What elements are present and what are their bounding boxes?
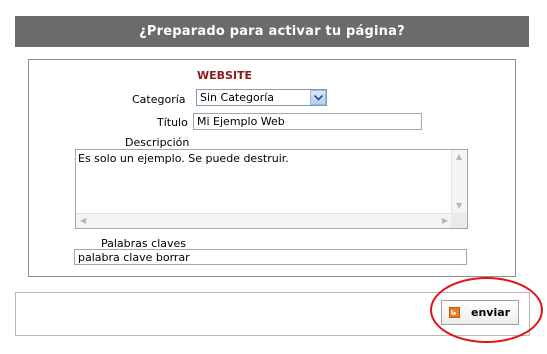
description-textarea[interactable]: Es solo un ejemplo. Se puede destruir. ▲… bbox=[75, 149, 468, 229]
scroll-right-icon[interactable]: ▶ bbox=[442, 217, 448, 225]
category-select[interactable]: Sin Categoría bbox=[196, 89, 327, 106]
chevron-down-icon[interactable] bbox=[310, 90, 326, 105]
keywords-input[interactable]: palabra clave borrar bbox=[74, 249, 467, 265]
section-title: WEBSITE bbox=[197, 69, 253, 82]
description-text: Es solo un ejemplo. Se puede destruir. bbox=[78, 152, 289, 165]
scrollbar-corner bbox=[451, 213, 467, 228]
page-header: ¿Preparado para activar tu página? bbox=[15, 16, 529, 47]
description-label: Descripción bbox=[125, 136, 190, 149]
header-title: ¿Preparado para activar tu página? bbox=[139, 24, 405, 39]
highlight-circle bbox=[430, 277, 543, 343]
scroll-down-icon[interactable]: ▼ bbox=[456, 202, 462, 210]
scroll-left-icon[interactable]: ◀ bbox=[80, 217, 86, 225]
title-input[interactable]: Mi Ejemplo Web bbox=[193, 113, 422, 130]
category-label: Categoría bbox=[132, 93, 186, 106]
title-label: Título bbox=[157, 116, 188, 129]
horizontal-scrollbar[interactable]: ◀ ▶ bbox=[76, 213, 452, 228]
vertical-scrollbar[interactable]: ▲ ▼ bbox=[451, 150, 467, 213]
category-value: Sin Categoría bbox=[200, 91, 275, 104]
scroll-up-icon[interactable]: ▲ bbox=[456, 153, 462, 161]
